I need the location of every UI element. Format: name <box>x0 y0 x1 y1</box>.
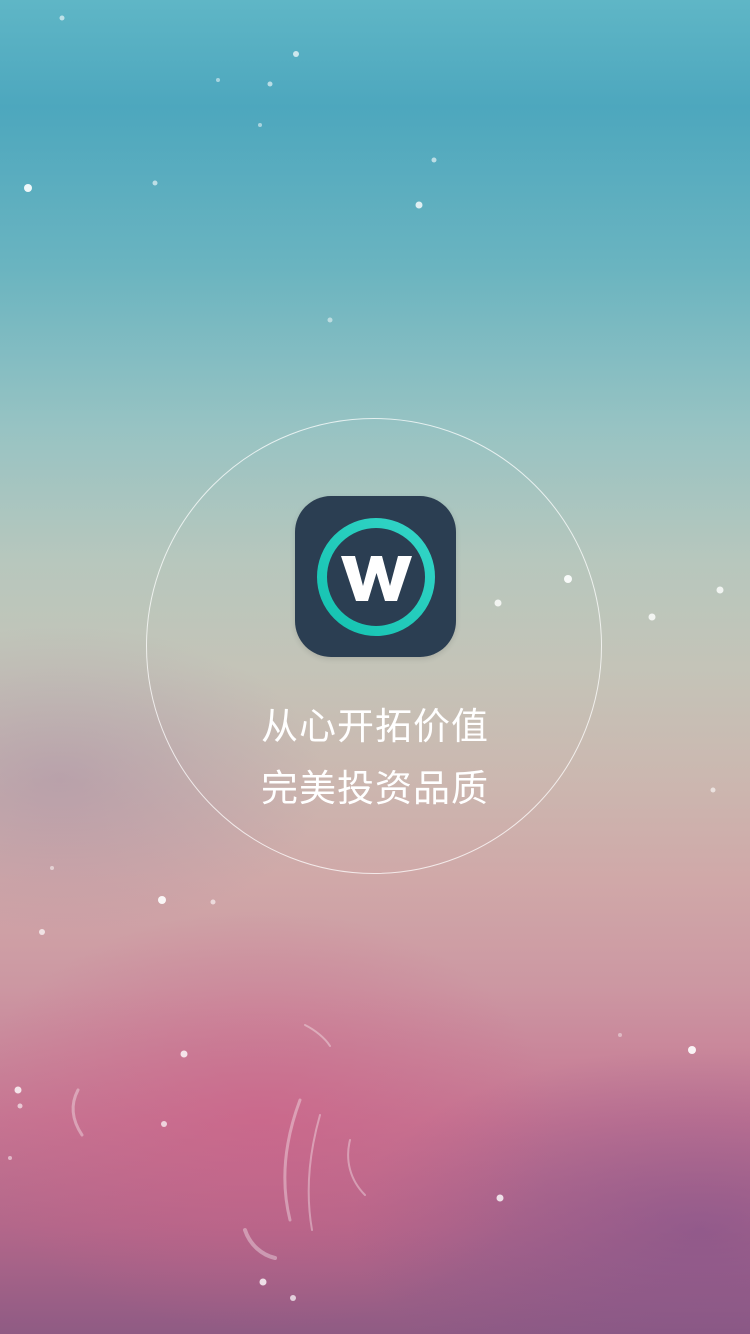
tagline-line-2: 完美投资品质 <box>261 767 489 810</box>
tagline-line-1: 从心开拓价值 <box>261 705 489 748</box>
app-logo <box>295 496 456 657</box>
w-circle-logo-icon <box>317 518 435 636</box>
splash-screen: 从心开拓价值 完美投资品质 <box>0 0 750 1334</box>
